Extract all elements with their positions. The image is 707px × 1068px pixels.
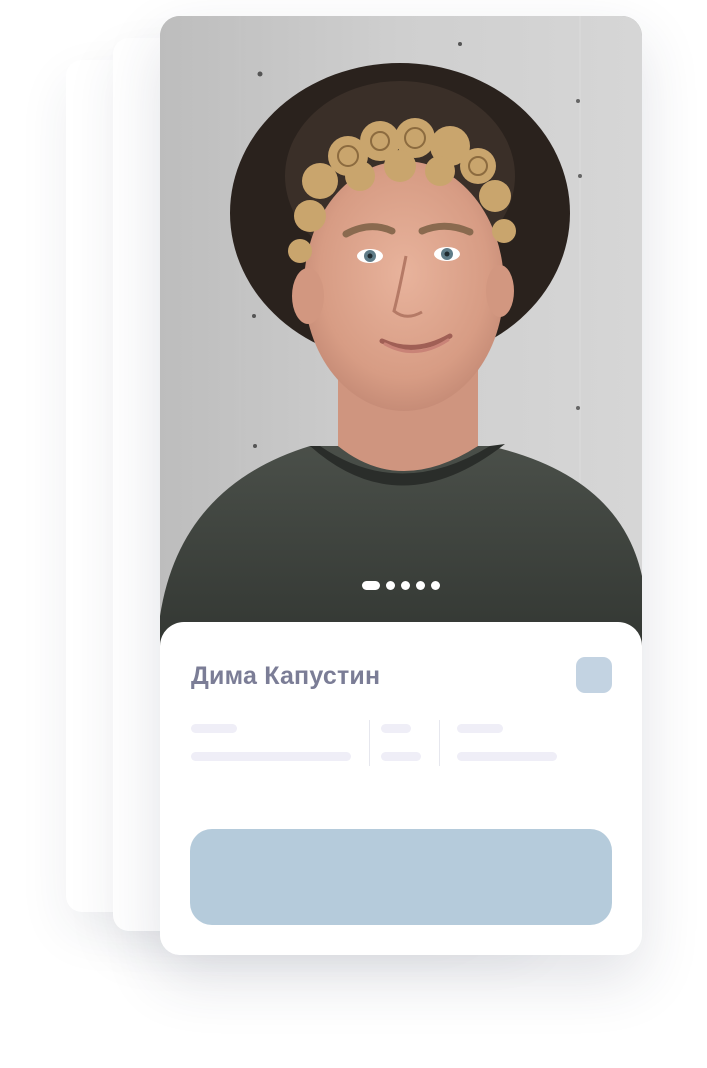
- profile-card[interactable]: Дима Капустин: [160, 16, 642, 955]
- photo-dot-4[interactable]: [416, 581, 425, 590]
- profile-badge-icon[interactable]: [576, 657, 612, 693]
- photo-dot-3[interactable]: [401, 581, 410, 590]
- primary-action-button[interactable]: [190, 829, 612, 925]
- stat-2-value-placeholder: [381, 752, 421, 761]
- profile-name: Дима Капустин: [191, 662, 381, 690]
- stat-1-label-placeholder: [191, 724, 237, 733]
- stat-1-value-placeholder: [191, 752, 351, 761]
- photo-dot-2[interactable]: [386, 581, 395, 590]
- stat-2-label-placeholder: [381, 724, 411, 733]
- photo-dot-1-active[interactable]: [362, 581, 380, 590]
- stat-3-label-placeholder: [457, 724, 503, 733]
- profile-photo[interactable]: [160, 16, 642, 681]
- photo-dot-5[interactable]: [431, 581, 440, 590]
- profile-card-stack: Дима Капустин: [0, 0, 707, 1068]
- stat-divider: [439, 720, 440, 766]
- profile-info-panel: Дима Капустин: [160, 622, 642, 955]
- stat-3-value-placeholder: [457, 752, 557, 761]
- photo-pagination[interactable]: [160, 581, 642, 590]
- profile-stats-placeholder: [191, 720, 611, 768]
- stat-divider: [369, 720, 370, 766]
